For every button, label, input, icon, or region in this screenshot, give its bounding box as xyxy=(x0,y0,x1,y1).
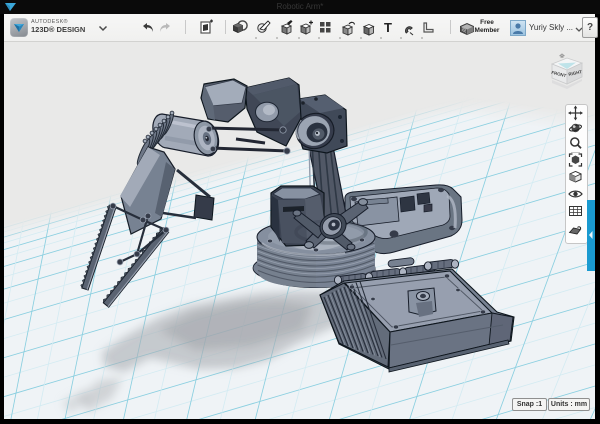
svg-text:T: T xyxy=(384,20,392,35)
